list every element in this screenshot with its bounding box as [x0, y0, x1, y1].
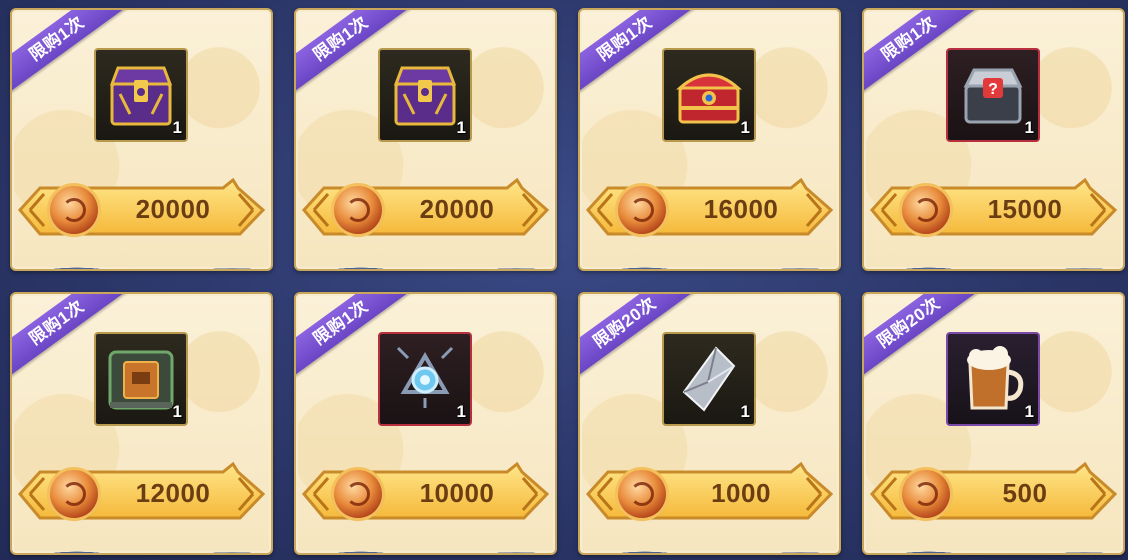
price-button[interactable]: 12000: [18, 462, 265, 526]
crystal-chain-icon: [396, 346, 454, 408]
shop-item-card[interactable]: 限购1次 ? 1 15000: [862, 8, 1125, 271]
shop-grid: 限购1次 1 20000 限购1次 1 20000 限购1次 1 16000 限…: [10, 8, 1125, 555]
shop-item-card[interactable]: 限购1次 1 10000: [294, 292, 557, 555]
shop-item-card[interactable]: 限购1次 1 12000: [10, 292, 273, 555]
card-wave-decoration: [864, 243, 1123, 269]
gold-coin-icon: [902, 470, 950, 518]
mech-core-box-icon: [108, 350, 174, 410]
shop-item-card[interactable]: 限购1次 1 20000: [294, 8, 557, 271]
item-quantity: 1: [172, 402, 182, 421]
card-wave-decoration: [12, 527, 271, 553]
price-button[interactable]: 1000: [586, 462, 833, 526]
item-slot[interactable]: 1: [662, 332, 756, 426]
card-wave-decoration: [296, 243, 555, 269]
card-wave-decoration: [580, 527, 839, 553]
item-quantity: 1: [740, 402, 750, 421]
price-value: 500: [1002, 478, 1048, 508]
gold-coin-icon: [618, 470, 666, 518]
purple-gold-chest-icon: [109, 66, 173, 126]
gold-coin-icon: [618, 186, 666, 234]
price-value: 20000: [419, 194, 495, 224]
red-treasure-chest-icon: [676, 73, 742, 124]
mystery-box-icon: ?: [963, 68, 1023, 124]
silver-crystal-icon: [682, 346, 736, 412]
price-button[interactable]: 500: [870, 462, 1117, 526]
card-wave-decoration: [12, 243, 271, 269]
price-button[interactable]: 10000: [302, 462, 549, 526]
item-quantity: 1: [456, 402, 466, 421]
card-wave-decoration: [296, 527, 555, 553]
price-value: 20000: [135, 194, 211, 224]
item-slot[interactable]: 1: [94, 332, 188, 426]
gold-coin-icon: [50, 470, 98, 518]
item-slot[interactable]: 1: [94, 48, 188, 142]
svg-text:?: ?: [988, 81, 998, 98]
item-quantity: 1: [1024, 402, 1034, 421]
gold-coin-icon: [334, 470, 382, 518]
item-slot[interactable]: 1: [378, 48, 472, 142]
price-value: 16000: [703, 194, 779, 224]
gold-coin-icon: [902, 186, 950, 234]
item-slot[interactable]: 1: [378, 332, 472, 426]
price-button[interactable]: 16000: [586, 178, 833, 242]
price-value: 1000: [711, 478, 771, 508]
item-quantity: 1: [172, 118, 182, 137]
price-value: 12000: [135, 478, 211, 508]
price-value: 15000: [987, 194, 1063, 224]
shop-item-card[interactable]: 限购20次 1 1000: [578, 292, 841, 555]
price-button[interactable]: 15000: [870, 178, 1117, 242]
price-button[interactable]: 20000: [302, 178, 549, 242]
gold-coin-icon: [334, 186, 382, 234]
item-quantity: 1: [1024, 118, 1034, 137]
card-wave-decoration: [864, 527, 1123, 553]
card-wave-decoration: [580, 243, 839, 269]
item-quantity: 1: [456, 118, 466, 137]
price-button[interactable]: 20000: [18, 178, 265, 242]
shop-item-card[interactable]: 限购1次 1 20000: [10, 8, 273, 271]
price-value: 10000: [419, 478, 495, 508]
item-slot[interactable]: 1: [662, 48, 756, 142]
shop-item-card[interactable]: 限购20次 1 500: [862, 292, 1125, 555]
item-slot[interactable]: 1: [946, 332, 1040, 426]
gold-coin-icon: [50, 186, 98, 234]
beer-mug-icon: [967, 346, 1024, 410]
item-slot[interactable]: ? 1: [946, 48, 1040, 142]
item-quantity: 1: [740, 118, 750, 137]
purple-gold-chest-icon: [393, 66, 457, 126]
shop-item-card[interactable]: 限购1次 1 16000: [578, 8, 841, 271]
